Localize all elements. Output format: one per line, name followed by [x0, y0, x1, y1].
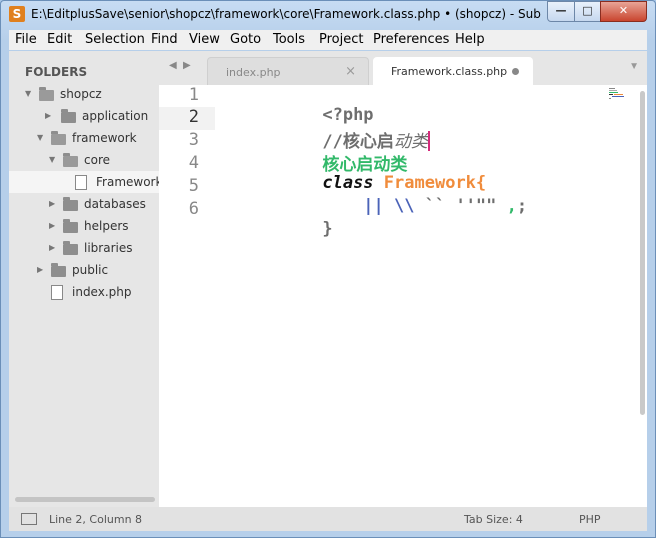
menu-help[interactable]: Help [455, 32, 485, 47]
menu-project[interactable]: Project [319, 32, 363, 47]
menu-edit[interactable]: Edit [47, 32, 72, 47]
sidebar: FOLDERS ▼ shopcz ▶ application ▼ framewo… [9, 51, 159, 507]
menu-view[interactable]: View [189, 32, 220, 47]
collapse-arrow-icon[interactable]: ▶ [49, 237, 55, 259]
window-title: E:\EditplusSave\senior\shopcz\framework\… [31, 7, 541, 21]
tab-prev-icon[interactable]: ◀ [169, 60, 177, 71]
syntax-mode[interactable]: PHP [579, 513, 601, 526]
tree-item-label: core [84, 153, 110, 167]
code-line: } [220, 199, 332, 239]
folder-open-icon [51, 131, 66, 145]
line-number: 1 [188, 85, 199, 105]
menu-find[interactable]: Find [151, 32, 178, 47]
menu-tools[interactable]: Tools [273, 32, 305, 47]
tree-item-label: index.php [72, 285, 132, 299]
close-icon[interactable]: × [345, 64, 356, 79]
menu-preferences[interactable]: Preferences [373, 32, 449, 47]
file-icon [51, 285, 63, 300]
tab-label: Framework.class.php [391, 65, 508, 78]
line-number: 2 [188, 107, 199, 127]
sublime-logo-icon: S [9, 6, 25, 22]
menu-selection[interactable]: Selection [85, 32, 145, 47]
tree-item-label: framework [72, 131, 137, 145]
folder-icon [63, 241, 78, 255]
folder-icon [63, 219, 78, 233]
status-bar: Line 2, Column 8 Tab Size: 4 PHP [9, 507, 647, 531]
collapse-arrow-icon[interactable]: ▶ [49, 215, 55, 237]
closing-brace: } [322, 219, 333, 239]
file-icon [75, 175, 87, 190]
text-caret [427, 131, 430, 151]
panel-toggle-icon[interactable] [21, 513, 37, 525]
title-bar: S E:\EditplusSave\senior\shopcz\framewor… [1, 1, 655, 29]
backslashes: \\ [383, 196, 415, 216]
close-button[interactable]: ✕ [600, 1, 647, 22]
line-number-gutter: 1 2 3 4 5 6 [159, 85, 215, 507]
folders-header: FOLDERS [25, 65, 88, 79]
maximize-button[interactable]: □ [574, 1, 601, 22]
expand-arrow-icon[interactable]: ▼ [49, 149, 55, 171]
tree-item-label: databases [84, 197, 146, 211]
tab-bar: ◀ ▶ index.php × Framework.class.php ▼ [159, 51, 647, 86]
tree-item-label: shopcz [60, 87, 102, 101]
code-line: //核心启动类 [220, 107, 430, 152]
collapse-arrow-icon[interactable]: ▶ [49, 193, 55, 215]
semicolon: ; [516, 196, 528, 216]
sidebar-scrollbar[interactable] [15, 497, 155, 502]
line-number: 6 [188, 199, 199, 219]
tree-item-label: helpers [84, 219, 129, 233]
folder-open-icon [39, 87, 54, 101]
line-number: 5 [188, 176, 199, 196]
comma: , [496, 196, 517, 216]
tab-framework-class[interactable]: Framework.class.php [373, 57, 533, 85]
code-line: class Framework{ [220, 153, 486, 193]
quotes: `` ''"" [414, 196, 497, 216]
tree-item-label: application [82, 109, 149, 123]
code-editor[interactable]: 1 2 3 4 5 6 <?php //核心启动类 核心启动类 class Fr… [159, 85, 647, 507]
tree-file-framework-class[interactable]: Framework.class.php [9, 171, 159, 193]
line-number: 4 [188, 153, 199, 173]
code-line: || \\ `` ''"" ,; [220, 176, 527, 216]
cursor-position[interactable]: Line 2, Column 8 [49, 513, 142, 526]
tree-item-label: public [72, 263, 109, 277]
editor-scrollbar[interactable] [640, 91, 645, 415]
expand-arrow-icon[interactable]: ▼ [37, 127, 43, 149]
client-area: FOLDERS ▼ shopcz ▶ application ▼ framewo… [9, 51, 647, 507]
folder-open-icon [63, 153, 78, 167]
collapse-arrow-icon[interactable]: ▶ [45, 105, 51, 127]
app-window: S E:\EditplusSave\senior\shopcz\framewor… [0, 0, 656, 538]
code-line: <?php [220, 85, 373, 125]
folder-icon [63, 197, 78, 211]
tab-label: index.php [226, 66, 281, 79]
folder-icon [51, 263, 66, 277]
expand-arrow-icon[interactable]: ▼ [25, 83, 31, 105]
collapse-arrow-icon[interactable]: ▶ [37, 259, 43, 281]
line-number: 3 [188, 130, 199, 150]
tree-item-label: libraries [84, 241, 133, 255]
tab-dropdown-icon[interactable]: ▼ [629, 61, 639, 72]
menu-goto[interactable]: Goto [230, 32, 261, 47]
tree-item-label: Framework.class.php [96, 175, 159, 189]
minimize-button[interactable]: — [547, 1, 575, 22]
tab-index-php[interactable]: index.php × [207, 57, 369, 86]
tab-next-icon[interactable]: ▶ [183, 60, 191, 71]
code-line: 核心启动类 [220, 130, 407, 175]
menu-file[interactable]: File [15, 32, 37, 47]
modified-dot-icon[interactable] [512, 68, 519, 75]
minimap[interactable] [609, 87, 631, 101]
folder-icon [61, 109, 76, 123]
menu-bar: File Edit Selection Find View Goto Tools… [9, 30, 647, 50]
tab-size[interactable]: Tab Size: 4 [464, 513, 523, 526]
